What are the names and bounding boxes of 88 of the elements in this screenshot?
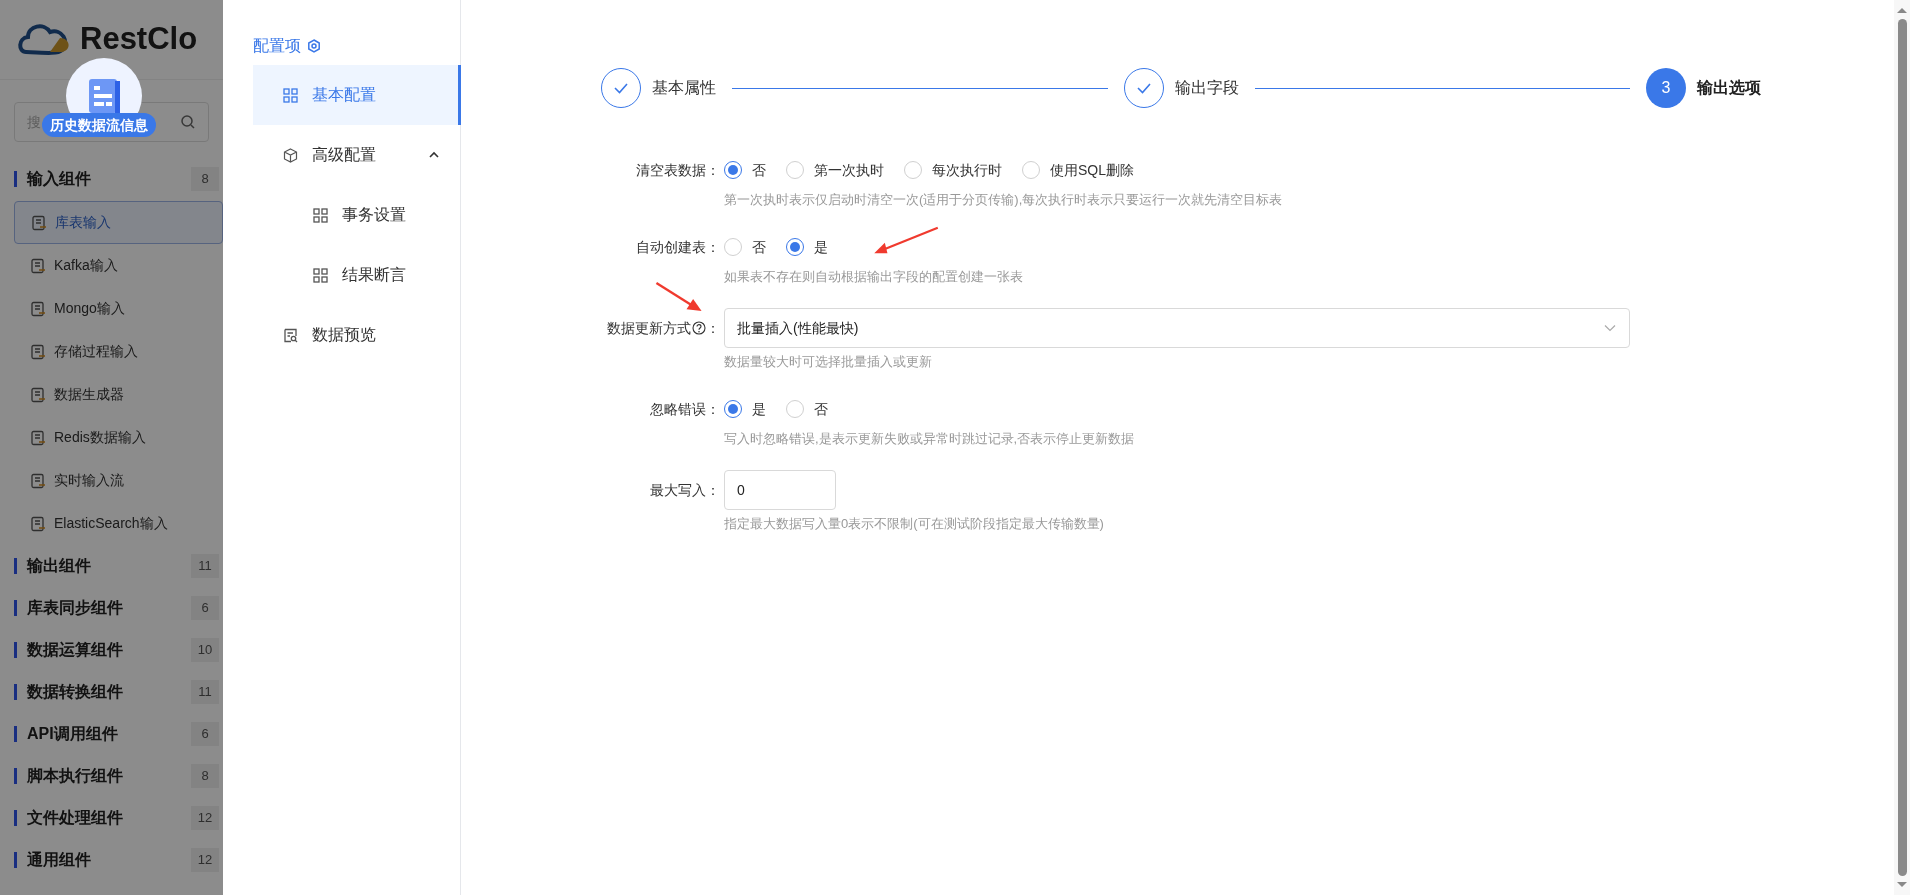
select-field[interactable]: 批量插入(性能最快) <box>724 308 1630 348</box>
component-item[interactable]: 存储过程输入 <box>14 330 223 373</box>
count-badge: 12 <box>191 806 219 830</box>
label-colon: ： <box>706 318 720 338</box>
group-title[interactable]: 文件处理组件 <box>27 806 191 830</box>
grid-icon <box>283 87 298 103</box>
group-marker <box>14 852 17 868</box>
field-hint: 数据量较大时可选择批量插入或更新 <box>724 353 933 371</box>
settings-icon <box>307 39 321 53</box>
submenu-item[interactable]: 结果断言 <box>253 245 460 305</box>
label-colon: ： <box>706 160 720 180</box>
step-label[interactable]: 基本属性 <box>652 76 716 100</box>
count-badge: 11 <box>191 680 219 704</box>
radio-option[interactable]: 是 <box>724 398 768 420</box>
count-badge: 10 <box>191 638 219 662</box>
group-marker <box>14 810 17 826</box>
component-icon <box>30 257 46 274</box>
group-marker <box>14 768 17 784</box>
group-title[interactable]: 数据运算组件 <box>27 638 191 662</box>
radio-option[interactable]: 否 <box>724 159 768 181</box>
count-badge: 8 <box>191 167 219 191</box>
component-icon <box>30 386 46 403</box>
field-label: 忽略错误 <box>650 399 706 419</box>
field-label: 清空表数据 <box>636 160 706 180</box>
scrollbar[interactable] <box>1894 0 1910 895</box>
component-item[interactable]: ElasticSearch输入 <box>14 502 223 545</box>
component-item[interactable]: Kafka输入 <box>14 244 223 287</box>
group-title[interactable]: 脚本执行组件 <box>27 764 191 788</box>
component-item[interactable]: Mongo输入 <box>14 287 223 330</box>
radio-option[interactable]: 每次执行时 <box>904 159 1004 181</box>
field-label: 数据更新方式 <box>607 318 691 338</box>
group-marker <box>14 642 17 658</box>
group-title[interactable]: 库表同步组件 <box>27 596 191 620</box>
logo-text: RestClo <box>80 20 198 59</box>
group-marker <box>14 558 17 574</box>
radio-option[interactable]: 否 <box>786 398 830 420</box>
grid-icon <box>313 267 328 283</box>
search-icon <box>180 114 196 130</box>
component-item[interactable]: 库表输入 <box>14 201 223 244</box>
count-badge: 8 <box>191 764 219 788</box>
count-badge: 11 <box>191 554 219 578</box>
group-marker <box>14 171 17 187</box>
component-item[interactable]: Redis数据输入 <box>14 416 223 459</box>
history-badge[interactable]: 历史数据流信息 <box>42 113 156 137</box>
count-badge: 6 <box>191 596 219 620</box>
group-title[interactable]: 输入组件 <box>27 167 191 191</box>
group-title[interactable]: 数据转换组件 <box>27 680 191 704</box>
radio-option[interactable]: 使用SQL删除 <box>1022 159 1136 181</box>
component-icon <box>31 214 47 231</box>
component-icon <box>30 300 46 317</box>
component-icon <box>30 429 46 446</box>
group-marker <box>14 684 17 700</box>
step-number: 3 <box>1646 68 1686 108</box>
component-item[interactable]: 实时输入流 <box>14 459 223 502</box>
config-title: 配置项 <box>253 36 301 56</box>
menu-item[interactable]: 数据预览 <box>253 305 460 365</box>
count-badge: 6 <box>191 722 219 746</box>
radio-option[interactable]: 否 <box>724 236 768 258</box>
step-label[interactable]: 输出选项 <box>1697 76 1761 100</box>
number-input[interactable]: 0 <box>724 470 836 510</box>
label-colon: ： <box>706 480 720 500</box>
menu-item[interactable]: 基本配置 <box>253 65 461 125</box>
step-label[interactable]: 输出字段 <box>1174 76 1239 100</box>
field-label: 最大写入 <box>650 480 706 500</box>
preview-icon <box>283 327 298 343</box>
annotation-arrow <box>654 281 704 313</box>
label-colon: ： <box>706 399 720 419</box>
field-label: 自动创建表 <box>636 237 706 257</box>
menu-item[interactable]: 高级配置 <box>253 125 460 185</box>
annotation-arrow <box>872 226 940 256</box>
component-item[interactable]: 数据生成器 <box>14 373 223 416</box>
field-hint: 写入时忽略错误,是表示更新失败或异常时跳过记录,否表示停止更新数据 <box>724 430 1135 448</box>
cube-icon <box>283 147 298 163</box>
group-marker <box>14 600 17 616</box>
grid-icon <box>313 207 328 223</box>
group-title[interactable]: 通用组件 <box>27 848 191 872</box>
group-title[interactable]: 输出组件 <box>27 554 191 578</box>
field-hint: 指定最大数据写入量0表示不限制(可在测试阶段指定最大传输数量) <box>724 515 1104 533</box>
count-badge: 12 <box>191 848 219 872</box>
label-colon: ： <box>706 237 720 257</box>
radio-option[interactable]: 是 <box>786 236 830 258</box>
group-marker <box>14 726 17 742</box>
radio-option[interactable]: 第一次执时 <box>786 159 886 181</box>
component-icon <box>30 343 46 360</box>
component-icon <box>30 472 46 489</box>
component-icon <box>30 515 46 532</box>
group-title[interactable]: API调用组件 <box>27 722 191 746</box>
submenu-item[interactable]: 事务设置 <box>253 185 460 245</box>
